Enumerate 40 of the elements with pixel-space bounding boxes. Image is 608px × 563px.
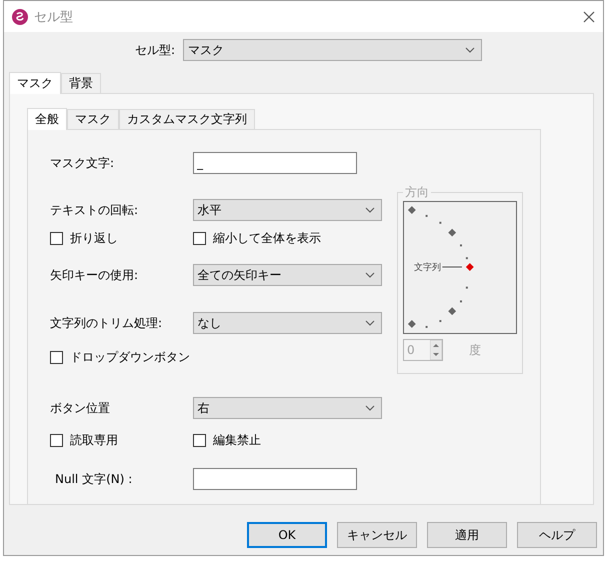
tab[interactable]: マスク xyxy=(67,109,119,129)
chevron-down-icon xyxy=(365,405,375,411)
checkbox[interactable]: 編集禁止 xyxy=(193,432,336,449)
checkbox[interactable]: ドロップダウンボタン xyxy=(50,349,193,366)
unit-label: 度 xyxy=(469,342,481,358)
tab[interactable]: 全般 xyxy=(27,108,67,130)
cell-type-label: セル型: xyxy=(135,42,176,58)
checkbox[interactable]: 縮小して全体を表示 xyxy=(193,230,336,247)
tab[interactable]: 背景 xyxy=(61,73,101,93)
dialog-button[interactable]: キャンセル xyxy=(337,522,417,548)
input-field[interactable]: _ xyxy=(193,152,357,174)
window-title: セル型 xyxy=(34,8,74,26)
checkbox[interactable]: 折り返し xyxy=(50,230,193,247)
field-label: 矢印キーの使用: xyxy=(50,266,140,284)
dialog-button[interactable]: ヘルプ xyxy=(517,522,597,548)
chevron-down-icon xyxy=(365,272,375,278)
field-label: ボタン位置 xyxy=(50,400,111,416)
leader-line xyxy=(442,266,462,268)
dropdown[interactable]: 右 xyxy=(192,397,382,419)
dropdown[interactable]: なし xyxy=(192,312,382,334)
field-label: 文字列のトリム処理: xyxy=(50,314,164,332)
checkbox[interactable]: 読取専用 xyxy=(50,432,193,449)
dial-text: 文字列 xyxy=(414,262,441,273)
dialog-button[interactable]: 適用 xyxy=(427,522,507,548)
tab[interactable]: マスク xyxy=(9,72,61,94)
cell-type-dropdown[interactable]: マスク xyxy=(183,39,482,61)
dropdown[interactable]: 全ての矢印キー xyxy=(192,264,382,286)
tab[interactable]: カスタムマスク文字列 xyxy=(119,109,255,129)
dropdown[interactable]: 水平 xyxy=(192,199,382,221)
field-label: テキストの回転: xyxy=(50,202,140,218)
field-label: Null 文字(N) : xyxy=(54,470,134,488)
chevron-down-icon xyxy=(365,320,375,326)
dialog-button[interactable]: OK xyxy=(247,522,327,548)
chevron-down-icon xyxy=(465,47,476,53)
app-logo-icon xyxy=(12,8,28,24)
group-title: 方向 xyxy=(404,184,430,201)
input-field[interactable] xyxy=(193,468,357,490)
close-icon[interactable] xyxy=(583,10,595,22)
field-label: マスク文字: xyxy=(50,154,116,172)
chevron-down-icon xyxy=(365,207,375,213)
